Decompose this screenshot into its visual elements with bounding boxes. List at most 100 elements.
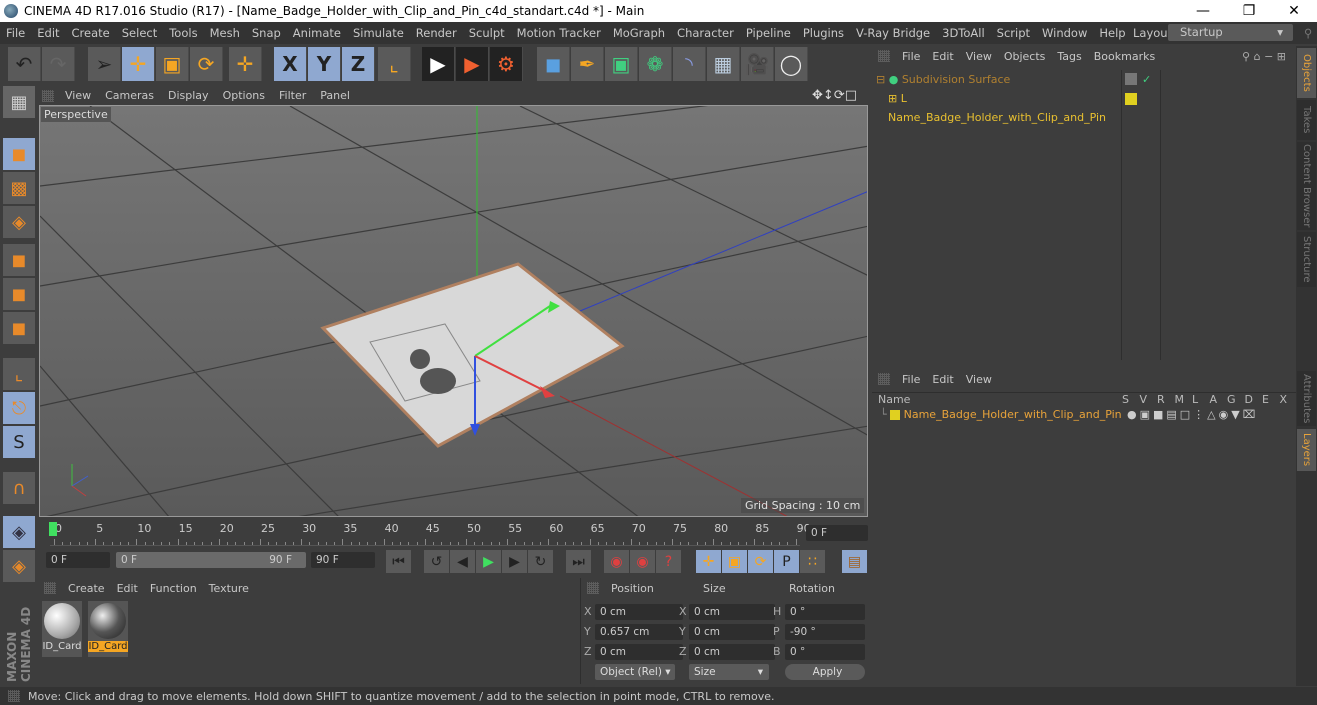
collapse-icon[interactable]: ⊟: [876, 73, 885, 86]
enabled-check-icon[interactable]: ✓: [1142, 73, 1151, 86]
tweak-icon[interactable]: ⎋: [3, 392, 35, 424]
transform-icon[interactable]: ✛: [229, 47, 262, 81]
layers-menu-file[interactable]: File: [896, 373, 926, 386]
deformer-icon[interactable]: ◝: [673, 47, 706, 81]
material-menu-texture[interactable]: Texture: [203, 582, 255, 595]
z-axis-icon[interactable]: Z: [342, 47, 375, 81]
material-menu-create[interactable]: Create: [62, 582, 111, 595]
objects-menu-file[interactable]: File: [896, 50, 926, 63]
viewport-menu-options[interactable]: Options: [216, 89, 272, 102]
coord-field-sv[interactable]: 0 cm: [689, 644, 775, 660]
edges-mode-icon[interactable]: ◼: [3, 278, 35, 310]
next-frame-icon[interactable]: ▶: [502, 550, 527, 573]
viewport-solo-icon[interactable]: ▦: [3, 86, 35, 118]
viewport-menu-panel[interactable]: Panel: [313, 89, 357, 102]
record-keys-icon[interactable]: ◉: [604, 550, 629, 573]
layer-column-l[interactable]: L: [1192, 393, 1198, 406]
search-icon[interactable]: ⚲: [1298, 26, 1317, 40]
layers-menu-view[interactable]: View: [960, 373, 998, 386]
menu-script[interactable]: Script: [991, 26, 1036, 40]
objects-menu-objects[interactable]: Objects: [998, 50, 1052, 63]
coord-field-rv[interactable]: 0 °: [785, 644, 865, 660]
play-icon[interactable]: ▶: [476, 550, 501, 573]
object-row[interactable]: ⊞ L Name_Badge_Holder_with_Clip_and_Pin: [872, 89, 1121, 124]
lock-workplane-icon[interactable]: ◈: [3, 516, 35, 548]
layer-column-m[interactable]: M: [1175, 393, 1185, 406]
viewport-menu-view[interactable]: View: [58, 89, 98, 102]
previous-key-icon[interactable]: ↺: [424, 550, 449, 573]
workplane-icon[interactable]: ◈: [3, 206, 35, 238]
cloner-icon[interactable]: ❁: [639, 47, 672, 81]
close-button[interactable]: ✕: [1271, 0, 1317, 22]
coord-field-pv[interactable]: 0.657 cm: [595, 624, 683, 640]
y-axis-icon[interactable]: Y: [308, 47, 341, 81]
material-swatch[interactable]: ID_Card: [42, 601, 82, 657]
material-menu-edit[interactable]: Edit: [111, 582, 144, 595]
live-selection-icon[interactable]: ➢: [88, 47, 121, 81]
menu-render[interactable]: Render: [410, 26, 463, 40]
subdivision-icon[interactable]: ▣: [605, 47, 638, 81]
coord-field-sv[interactable]: 0 cm: [689, 624, 775, 640]
minimize-button[interactable]: —: [1180, 0, 1226, 22]
layer-column-s[interactable]: S: [1122, 393, 1129, 406]
grip-handle[interactable]: [44, 582, 56, 594]
tab-layers[interactable]: Layers: [1297, 429, 1316, 471]
layer-color-swatch[interactable]: [890, 410, 901, 420]
layer-column-d[interactable]: D: [1245, 393, 1253, 406]
coord-field-sv[interactable]: 0 cm: [689, 604, 775, 620]
layer-column-g[interactable]: G: [1227, 393, 1236, 406]
apply-button[interactable]: Apply: [785, 664, 865, 680]
objects-menu-edit[interactable]: Edit: [926, 50, 959, 63]
layer-row[interactable]: └ Name_Badge_Holder_with_Clip_and_Pin ●▣…: [872, 407, 1296, 423]
menu-simulate[interactable]: Simulate: [347, 26, 410, 40]
restore-button[interactable]: ❐: [1226, 0, 1272, 22]
render-picture-viewer-icon[interactable]: ▶: [456, 47, 489, 81]
cube-icon[interactable]: ◼: [537, 47, 570, 81]
coordinate-system-icon[interactable]: ⌞: [378, 47, 411, 81]
undo-icon[interactable]: ↶: [8, 47, 41, 81]
objects-menu-tags[interactable]: Tags: [1051, 50, 1087, 63]
menu-file[interactable]: File: [0, 26, 31, 40]
layer-color-icon[interactable]: [1125, 93, 1137, 105]
id-card-model[interactable]: [320, 262, 625, 448]
menu-vray-bridge[interactable]: V-Ray Bridge: [850, 26, 936, 40]
coord-field-pv[interactable]: 0 cm: [595, 604, 683, 620]
material-swatch-selected[interactable]: ID_Card: [88, 601, 128, 657]
expand-icon[interactable]: ⊞: [888, 92, 897, 105]
layer-column-e[interactable]: E: [1262, 393, 1269, 406]
layer-column-name[interactable]: Name: [878, 393, 910, 406]
viewport-menu-display[interactable]: Display: [161, 89, 216, 102]
coord-field-rv[interactable]: 0 °: [785, 604, 865, 620]
menu-window[interactable]: Window: [1036, 26, 1093, 40]
axis-icon[interactable]: ⌞: [3, 358, 35, 390]
menu-create[interactable]: Create: [66, 26, 116, 40]
key-position-icon[interactable]: ✛: [696, 550, 721, 573]
size-mode-dropdown[interactable]: Size ▾: [689, 664, 769, 680]
key-pla-icon[interactable]: ∷: [800, 550, 825, 573]
coord-field-pv[interactable]: 0 cm: [595, 644, 683, 660]
menu-motion-tracker[interactable]: Motion Tracker: [511, 26, 607, 40]
menu-select[interactable]: Select: [116, 26, 163, 40]
menu-character[interactable]: Character: [671, 26, 740, 40]
keyframe-selection-icon[interactable]: ?: [656, 550, 681, 573]
tab-objects[interactable]: Objects: [1297, 48, 1316, 98]
object-manager-tools-icons[interactable]: ⚲ ⌂ − ⊞: [1236, 50, 1292, 63]
3d-viewport[interactable]: [39, 105, 868, 517]
timeline[interactable]: 0 5 10 15 20 25 30 35 40 45 50 55 60 65 70 75 80 85 90 0 F: [38, 518, 868, 548]
go-to-start-icon[interactable]: ⏮: [386, 550, 411, 573]
next-key-icon[interactable]: ↻: [528, 550, 553, 573]
viewport-menu-filter[interactable]: Filter: [272, 89, 313, 102]
layer-toggle-icons[interactable]: ●▣■▤□⋮△◉▼⌧: [1127, 407, 1258, 423]
playhead[interactable]: [49, 522, 57, 536]
editor-visibility-icon[interactable]: [1125, 73, 1137, 85]
menu-3dtoall[interactable]: 3DToAll: [936, 26, 991, 40]
layer-column-x[interactable]: X: [1280, 393, 1288, 406]
layout-dropdown[interactable]: Startup ▾: [1168, 24, 1293, 41]
move-icon[interactable]: ✛: [122, 47, 155, 81]
object-row[interactable]: ⊟ ● Subdivision Surface: [872, 70, 1121, 89]
layer-column-v[interactable]: V: [1140, 393, 1148, 406]
layers-menu-edit[interactable]: Edit: [926, 373, 959, 386]
scale-icon[interactable]: ▣: [156, 47, 189, 81]
viewport-menu-cameras[interactable]: Cameras: [98, 89, 161, 102]
autokey-icon[interactable]: ◉: [630, 550, 655, 573]
